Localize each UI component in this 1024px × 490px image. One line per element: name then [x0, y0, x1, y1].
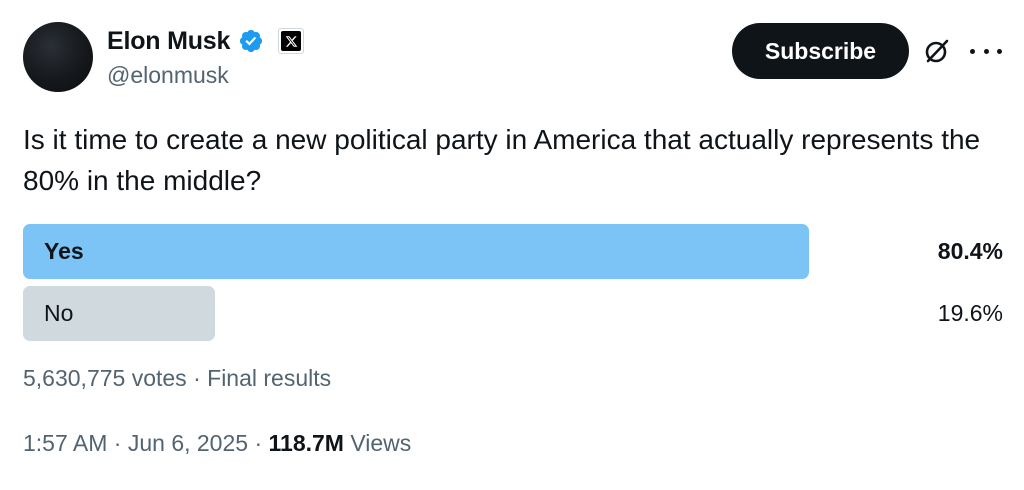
- more-dot: [970, 48, 975, 54]
- separator: ·: [254, 430, 269, 456]
- poll-status: Final results: [207, 365, 332, 391]
- tweet-date[interactable]: Jun 6, 2025: [128, 430, 248, 456]
- author-name[interactable]: Elon Musk: [107, 27, 230, 56]
- verified-badge-icon[interactable]: [238, 28, 264, 54]
- poll-option-percent: 19.6%: [937, 300, 1003, 326]
- more-dot: [983, 48, 989, 54]
- views-count: 118.7M: [268, 430, 344, 456]
- separator: ·: [193, 365, 208, 391]
- poll-votes: 5,630,775 votes: [23, 365, 187, 391]
- affiliate-badge[interactable]: [278, 28, 305, 54]
- tweet-meta: 1:57 AM · Jun 6, 2025 · 118.7M Views: [23, 430, 411, 457]
- separator: ·: [113, 430, 128, 456]
- grok-icon[interactable]: [922, 36, 952, 66]
- poll-option-no: No 19.6%: [23, 286, 1003, 341]
- poll-option-yes: Yes 80.4%: [23, 224, 1003, 279]
- author-name-row: Elon Musk: [107, 24, 305, 58]
- x-logo-icon: [281, 31, 302, 51]
- author-handle[interactable]: @elonmusk: [107, 62, 229, 89]
- more-icon[interactable]: [970, 39, 1002, 63]
- tweet-time[interactable]: 1:57 AM: [23, 430, 107, 456]
- poll: Yes 80.4% No 19.6%: [23, 224, 1003, 348]
- poll-summary: 5,630,775 votes · Final results: [23, 365, 331, 392]
- poll-bar-yes: [23, 224, 809, 279]
- tweet-text: Is it time to create a new political par…: [23, 124, 981, 196]
- subscribe-button[interactable]: Subscribe: [732, 23, 909, 79]
- poll-option-label: No: [44, 300, 74, 326]
- avatar[interactable]: [23, 22, 93, 92]
- views-label: Views: [350, 430, 412, 456]
- more-dot: [997, 48, 1002, 54]
- poll-option-label: Yes: [44, 238, 84, 264]
- poll-option-percent: 80.4%: [937, 238, 1003, 264]
